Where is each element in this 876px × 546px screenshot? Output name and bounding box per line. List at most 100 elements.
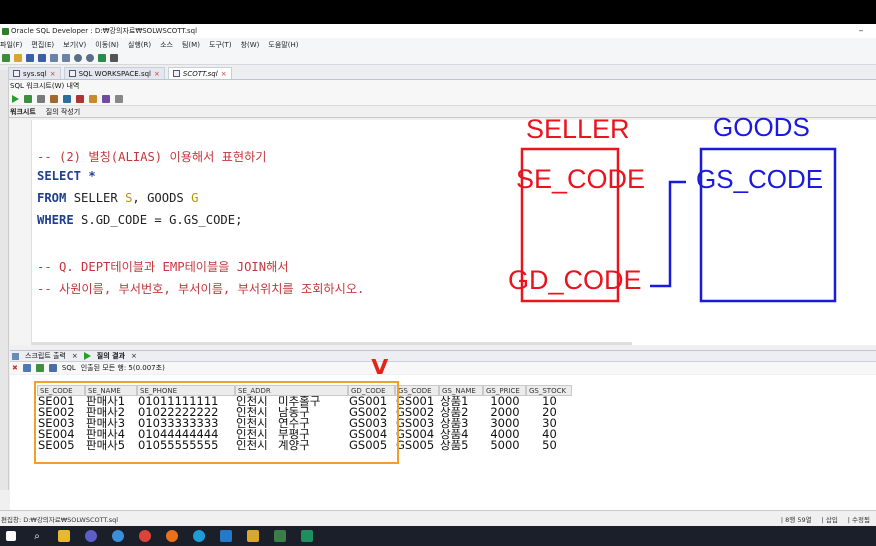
save-all-icon[interactable] — [38, 53, 46, 62]
binoculars-icon[interactable] — [110, 53, 118, 62]
column-header-gs-code[interactable]: GS_CODE — [395, 385, 439, 396]
table-cell[interactable]: GS005 — [395, 440, 439, 451]
close-icon[interactable]: × — [131, 352, 137, 360]
run-statement-icon[interactable] — [12, 94, 19, 103]
er-diagram — [520, 147, 837, 303]
sql-file-icon — [68, 70, 76, 77]
menu-item[interactable]: 도움말(H) — [268, 40, 298, 50]
windows-start-icon[interactable] — [6, 531, 16, 541]
explain-plan-icon[interactable] — [50, 94, 58, 103]
table-cell[interactable]: 10 — [526, 396, 572, 407]
menu-item[interactable]: 보기(V) — [63, 40, 86, 50]
menu-bar: 파일(F) 편집(E) 보기(V) 이동(N) 실행(R) 소스 팀(M) 도구(T) 창(W)… — [0, 38, 876, 51]
tab-worksheet[interactable]: 워크시트 — [10, 107, 36, 117]
file-explorer-icon[interactable] — [58, 530, 70, 542]
browser-icon[interactable] — [166, 530, 178, 542]
autotrace-icon[interactable] — [37, 94, 45, 103]
menu-item[interactable]: 편집(E) — [31, 40, 54, 50]
sql-editor[interactable]: -- (2) 별칭(ALIAS) 이용해서 표현하기 SELECT * FROM… — [10, 112, 876, 345]
left-side-panel[interactable] — [0, 70, 9, 490]
table-cell[interactable]: 5000 — [483, 440, 526, 451]
fetched-rows-status: 인출된 모든 행: 5(0.007초) — [80, 364, 165, 372]
search-icon[interactable]: ⌕ — [31, 530, 43, 542]
back-icon[interactable] — [74, 53, 82, 62]
table-cell[interactable]: 2000 — [483, 407, 526, 418]
save-icon[interactable] — [26, 53, 34, 62]
seller-title: SELLER — [526, 114, 630, 144]
menu-item[interactable]: 창(W) — [241, 40, 260, 50]
sql-file-icon — [172, 70, 180, 77]
table-cell[interactable]: GS002 — [395, 407, 439, 418]
menu-item[interactable]: 파일(F) — [0, 40, 22, 50]
close-icon[interactable]: × — [50, 70, 56, 78]
sql-icon[interactable] — [48, 364, 57, 372]
close-icon[interactable]: × — [221, 70, 227, 78]
format-icon[interactable] — [102, 94, 110, 103]
chat-icon[interactable] — [85, 530, 97, 542]
table-cell[interactable]: 상품5 — [439, 440, 483, 451]
sql-developer-icon[interactable] — [274, 530, 286, 542]
column-header-gs-stock[interactable]: GS_STOCK — [526, 385, 572, 396]
results-tab-bar: 스크립트 출력 × 질의 결과 × — [10, 350, 876, 362]
refresh-icon[interactable] — [35, 364, 44, 372]
vscode-icon[interactable] — [220, 530, 232, 542]
column-header-gs-name[interactable]: GS_NAME — [439, 385, 483, 396]
table-cell[interactable]: GS004 — [395, 429, 439, 440]
table-cell[interactable]: GS001 — [395, 396, 439, 407]
tab-sql-workspace[interactable]: SQL WORKSPACE.sql × — [63, 67, 165, 79]
menu-item[interactable]: 팀(M) — [182, 40, 200, 50]
tab-script-output[interactable]: 스크립트 출력 — [25, 351, 66, 361]
table-cell[interactable]: 4000 — [483, 429, 526, 440]
table-cell[interactable]: 50 — [526, 440, 572, 451]
db-connection-icon[interactable] — [98, 53, 106, 62]
table-cell[interactable]: 상품4 — [439, 429, 483, 440]
run-script-icon[interactable] — [24, 94, 32, 103]
table-cell[interactable]: 20 — [526, 407, 572, 418]
meet-icon[interactable] — [301, 530, 313, 542]
edge-icon[interactable] — [193, 530, 205, 542]
table-cell[interactable]: 30 — [526, 418, 572, 429]
commit-icon[interactable] — [63, 94, 71, 103]
editor-tabs: sys.sql × SQL WORKSPACE.sql × SCOTT.sql … — [0, 65, 876, 80]
tab-query-builder[interactable]: 질의 작성기 — [46, 107, 80, 117]
menu-item[interactable]: 소스 — [160, 40, 173, 50]
bird-app-icon[interactable] — [112, 530, 124, 542]
table-cell[interactable]: GS003 — [395, 418, 439, 429]
forward-icon[interactable] — [86, 53, 94, 62]
new-file-icon[interactable] — [2, 53, 10, 62]
table-cell[interactable]: 상품3 — [439, 418, 483, 429]
sql-label[interactable]: SQL — [62, 364, 76, 372]
table-cell[interactable]: 상품2 — [439, 407, 483, 418]
relation-line — [650, 180, 686, 288]
clear-icon[interactable] — [89, 94, 97, 103]
title-bar: Oracle SQL Developer : D:₩강의자료₩SOLWSCOTT… — [0, 24, 876, 38]
column-header-gs-price[interactable]: GS_PRICE — [483, 385, 526, 396]
pin-icon[interactable]: ✖ — [12, 364, 18, 372]
table-cell[interactable]: 상품1 — [439, 396, 483, 407]
export-icon[interactable] — [22, 364, 31, 372]
menu-item[interactable]: 이동(N) — [95, 40, 119, 50]
minimize-button[interactable]: – — [846, 26, 876, 36]
tab-sys-sql[interactable]: sys.sql × — [8, 67, 61, 79]
table-cell[interactable]: 40 — [526, 429, 572, 440]
menu-item[interactable]: 실행(R) — [128, 40, 151, 50]
script-output-icon — [12, 352, 19, 360]
top-black-bar — [0, 0, 876, 24]
worksheet-history-label[interactable]: SQL 워크시트(W) 내역 — [10, 81, 79, 91]
tab-scott-sql[interactable]: SCOTT.sql × — [167, 67, 232, 79]
check-mark: V — [371, 355, 389, 379]
close-icon[interactable]: × — [154, 70, 160, 78]
close-icon[interactable]: × — [72, 352, 78, 360]
status-bar: 편집창: D:₩강의자료₩SOLWSCOTT.sql | 8행 59열 | 삽입… — [0, 510, 876, 526]
pen-icon[interactable] — [247, 530, 259, 542]
table-cell[interactable]: 3000 — [483, 418, 526, 429]
chrome-icon[interactable] — [139, 530, 151, 542]
history-icon[interactable] — [115, 94, 123, 103]
open-folder-icon[interactable] — [14, 53, 22, 62]
menu-item[interactable]: 도구(T) — [209, 40, 232, 50]
undo-icon[interactable] — [50, 53, 58, 62]
rollback-icon[interactable] — [76, 94, 84, 103]
redo-icon[interactable] — [62, 53, 70, 62]
tab-query-result[interactable]: 질의 결과 — [97, 351, 125, 361]
table-cell[interactable]: 1000 — [483, 396, 526, 407]
